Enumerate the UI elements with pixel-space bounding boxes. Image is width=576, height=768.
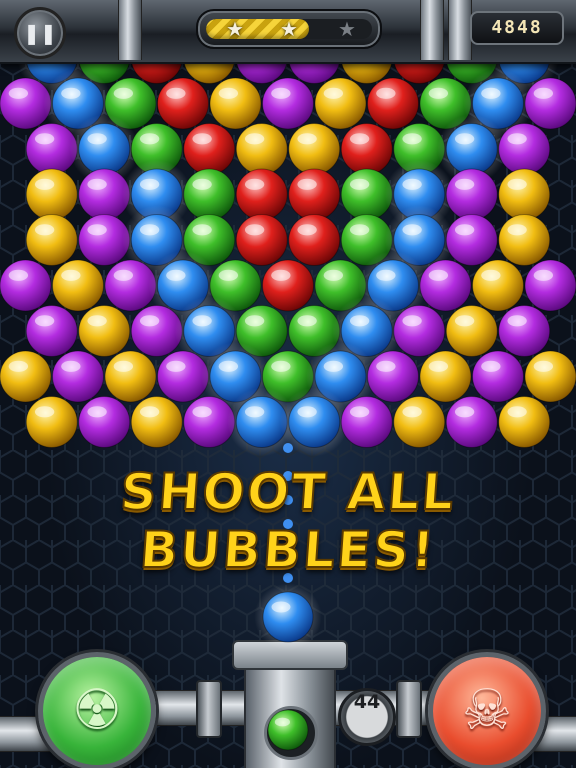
bubble-purple [78, 168, 131, 221]
bubble-yellow [25, 168, 78, 221]
bubble-purple [445, 396, 498, 448]
bubble-purple [445, 214, 498, 266]
bubble-yellow [419, 350, 472, 403]
radiation-powerup-button[interactable]: ☢ [38, 652, 156, 768]
bubble-purple [104, 259, 157, 312]
star-icon: ★ [338, 17, 356, 41]
bubble-purple [78, 214, 131, 266]
bubble-purple [25, 123, 78, 175]
bubble-red [183, 123, 236, 175]
skull-powerup-button[interactable]: ☠ [428, 652, 546, 768]
game-stage[interactable]: ❚❚ ★ ★ ★ 4848 SHOOT ALL BUBBLES! 44 ☢ ☠ [0, 0, 576, 768]
bubble-purple [130, 305, 183, 357]
pipe-flange [196, 680, 222, 738]
bubble-yellow [524, 350, 576, 403]
bubble-yellow [25, 214, 78, 266]
bubble-yellow [472, 259, 524, 312]
bubble-purple [340, 396, 393, 448]
bubble-red [235, 168, 288, 221]
shots-counter: 44 [338, 688, 396, 746]
bubble-purple [498, 305, 551, 357]
bubble-purple [524, 259, 576, 312]
bubble-yellow [209, 77, 262, 130]
bubble-purple [472, 350, 524, 403]
headline-bubbles: BUBBLES! [137, 520, 439, 580]
bubble-green [183, 168, 236, 221]
bubble-yellow [498, 168, 551, 221]
bubble-red [235, 214, 288, 266]
bubble-purple [25, 305, 78, 357]
bubble-purple [262, 77, 314, 130]
pipe-flange [396, 680, 422, 738]
pause-button[interactable]: ❚❚ [14, 7, 66, 59]
bubble-red [340, 123, 393, 175]
bubble-purple [78, 396, 131, 448]
bubble-purple [367, 350, 419, 403]
bubble-yellow [498, 214, 551, 266]
bubble-yellow [498, 396, 551, 448]
bubble-purple [183, 396, 236, 448]
bubble-red [157, 77, 209, 130]
bubble-purple [157, 350, 209, 403]
bubble-purple [498, 123, 551, 175]
next-bubble-slot[interactable] [264, 706, 318, 760]
bubble-red [288, 168, 341, 221]
skull-icon: ☠ [461, 678, 513, 743]
bubble-purple [0, 259, 52, 312]
bubble-yellow [52, 259, 104, 312]
shots-remaining: 44 [353, 691, 381, 713]
star-icon: ★ [280, 17, 298, 41]
radiation-icon: ☢ [71, 678, 123, 743]
bubble-purple [445, 168, 498, 221]
level-progress-meter: ★ ★ ★ [196, 9, 382, 49]
bubble-yellow [25, 396, 78, 448]
bubble-yellow [288, 123, 341, 175]
bubble-yellow [235, 123, 288, 175]
pipe-decoration [448, 0, 472, 60]
bubble-purple [393, 305, 446, 357]
bubble-purple [52, 350, 104, 403]
bubble-red [367, 77, 419, 130]
bubble-purple [0, 77, 52, 130]
bubble-yellow [393, 396, 446, 448]
bubble-yellow [0, 350, 52, 403]
top-hud-bar: ❚❚ ★ ★ ★ 4848 [0, 0, 576, 64]
pipe-decoration [140, 690, 250, 726]
bubble-purple [524, 77, 576, 130]
bubble-green [340, 168, 393, 221]
score-display: 4848 [470, 11, 564, 45]
pipe-decoration [420, 0, 444, 60]
bubble-red [262, 259, 314, 312]
pipe-decoration [118, 0, 142, 60]
bubble-yellow [78, 305, 131, 357]
bubble-yellow [130, 396, 183, 448]
headline-shoot-all: SHOOT ALL [118, 462, 459, 522]
bubble-yellow [445, 305, 498, 357]
bubble-blue [279, 387, 349, 457]
bubble-purple [419, 259, 472, 312]
pause-icon: ❚❚ [23, 21, 57, 45]
bubble-yellow [314, 77, 367, 130]
star-icon: ★ [226, 17, 244, 41]
bubble-red [288, 214, 341, 266]
bubble-yellow [104, 350, 157, 403]
launcher-cap [232, 640, 348, 670]
